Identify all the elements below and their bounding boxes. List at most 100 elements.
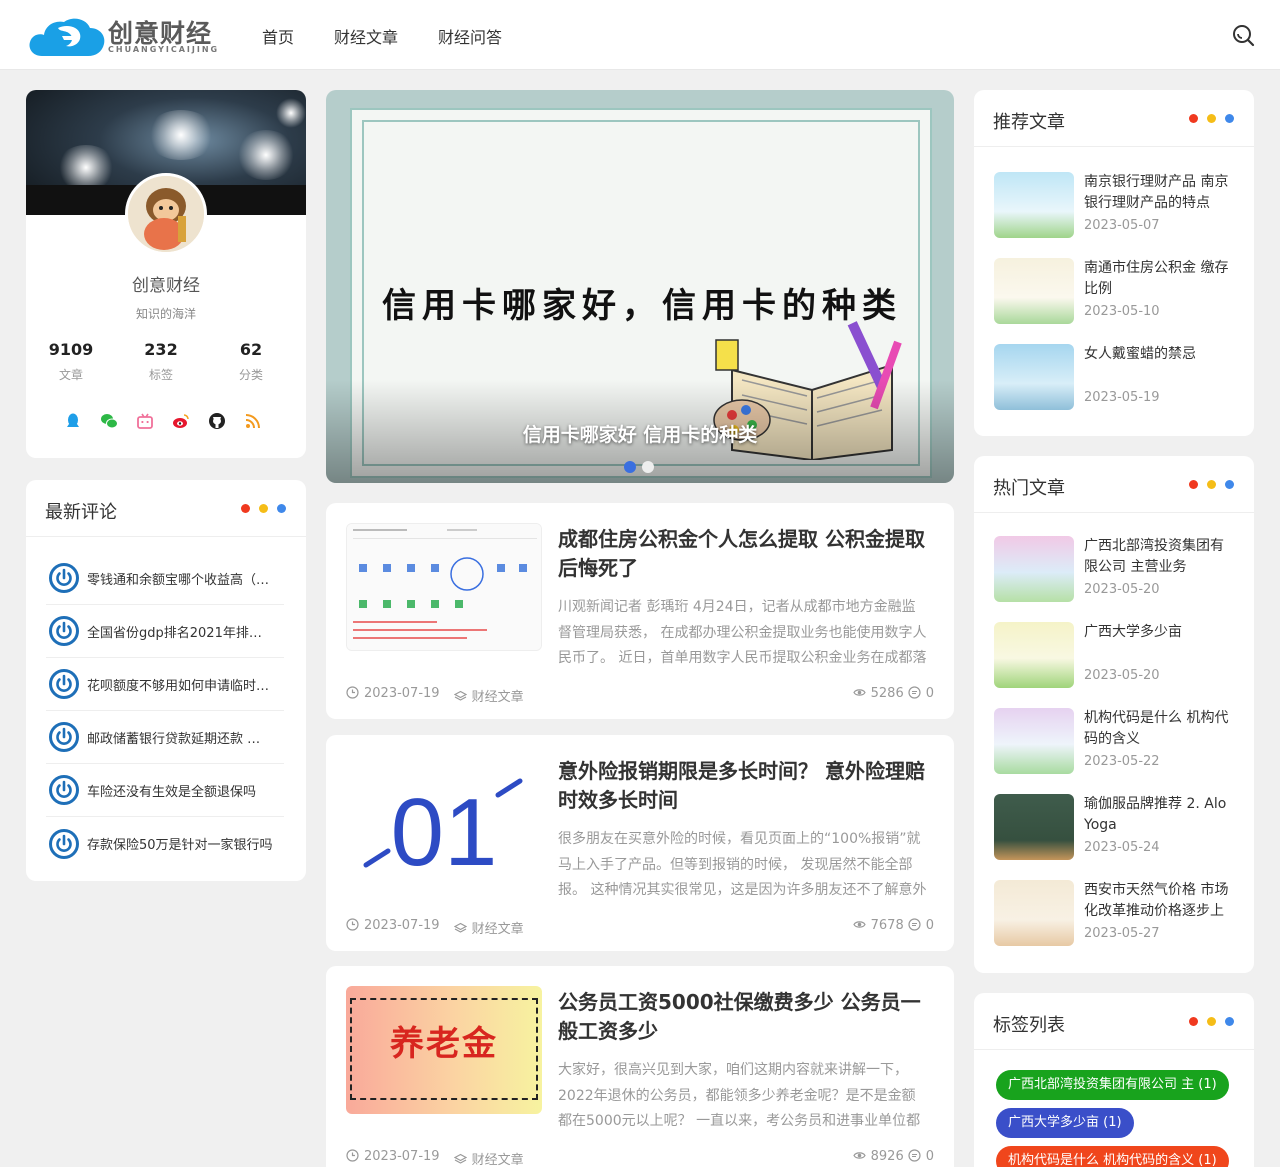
post-date: 2023-07-19: [364, 686, 440, 701]
main-nav: 首页 财经文章 财经问答: [262, 24, 502, 48]
site-logo[interactable]: 创意财经 CHUANGYICAIJING: [28, 12, 228, 58]
clock-icon: [346, 1149, 359, 1162]
list-item[interactable]: 车险还没有生效是全额退保吗: [46, 764, 284, 817]
list-item[interactable]: 花呗额度不够用如何申请临时额度: [46, 658, 284, 711]
bilibili-icon[interactable]: [136, 412, 154, 430]
post-title[interactable]: 意外险报销期限是多长时间？ 意外险理赔时效多长时间: [558, 757, 930, 815]
tags-card: 标签列表 广西北部湾投资集团有限公司 主 (1) 广西大学多少亩 (1) 机构代…: [974, 993, 1254, 1167]
list-item[interactable]: 西安市天然气价格 市场化改革推动价格逐步上涨 2023-05-27: [994, 880, 1236, 966]
post-category[interactable]: 财经文章: [472, 690, 524, 705]
cloud-logo-icon: [29, 18, 105, 56]
featured-slider[interactable]: 信用卡哪家好，信用卡的种类 信用卡哪家好 信用卡的种类: [326, 90, 954, 483]
power-avatar-icon: [49, 722, 79, 752]
article-date: 2023-05-27: [1084, 926, 1160, 941]
top-header: 创意财经 CHUANGYICAIJING 首页 财经文章 财经问答: [0, 0, 1280, 70]
stat-articles[interactable]: 9109 文章: [26, 340, 116, 383]
decorative-dots: [1189, 114, 1234, 123]
github-icon[interactable]: [208, 412, 226, 430]
card-title: 标签列表: [993, 1015, 1065, 1036]
wechat-icon[interactable]: [100, 412, 118, 430]
card-title: 最新评论: [45, 502, 117, 523]
tag-item[interactable]: 广西北部湾投资集团有限公司 主 (1): [996, 1070, 1229, 1100]
comment-icon: [908, 918, 921, 931]
power-avatar-icon: [49, 669, 79, 699]
slider-dot-1[interactable]: [624, 461, 636, 473]
search-icon[interactable]: [1231, 23, 1255, 47]
decorative-dots: [241, 504, 286, 513]
stat-tags[interactable]: 232 标签: [116, 340, 206, 383]
article-title[interactable]: 机构代码是什么 机构代码的含义: [1084, 708, 1236, 750]
article-thumbnail[interactable]: [994, 536, 1074, 602]
decorative-dots: [1189, 1017, 1234, 1026]
profile-description: 知识的海洋: [135, 307, 196, 321]
slide-caption[interactable]: 信用卡哪家好 信用卡的种类: [326, 420, 954, 447]
post-card[interactable]: 01 意外险报销期限是多长时间？ 意外险理赔时效多长时间 很多朋友在买意外险的时…: [326, 735, 954, 951]
rss-icon[interactable]: [244, 412, 262, 430]
list-item[interactable]: 机构代码是什么 机构代码的含义 2023-05-22: [994, 708, 1236, 794]
weibo-icon[interactable]: [172, 412, 190, 430]
thumbnail-text: 养老金: [390, 1024, 498, 1064]
article-title[interactable]: 广西大学多少亩: [1084, 622, 1236, 643]
article-thumbnail[interactable]: [994, 794, 1074, 860]
avatar[interactable]: [125, 173, 207, 255]
article-thumbnail[interactable]: [994, 708, 1074, 774]
qq-icon[interactable]: [64, 412, 82, 430]
social-links: [64, 412, 262, 430]
article-thumbnail[interactable]: [994, 880, 1074, 946]
nav-home[interactable]: 首页: [262, 24, 294, 48]
tag-item[interactable]: 机构代码是什么 机构代码的含义 (1): [996, 1146, 1229, 1167]
eye-icon: [852, 921, 866, 928]
tag-list: 广西北部湾投资集团有限公司 主 (1) 广西大学多少亩 (1) 机构代码是什么 …: [996, 1070, 1236, 1167]
list-item[interactable]: 存款保险50万是针对一家银行吗: [46, 817, 284, 870]
post-thumbnail[interactable]: [346, 523, 542, 651]
list-item[interactable]: 全国省份gdp排名2021年排名（全国省份gdp排名）: [46, 605, 284, 658]
article-title[interactable]: 西安市天然气价格 市场化改革推动价格逐步上涨: [1084, 880, 1236, 922]
article-title[interactable]: 瑜伽服品牌推荐 2. Alo Yoga: [1084, 794, 1236, 836]
post-card[interactable]: 养老金 公务员工资5000社保缴费多少 公务员一般工资多少 大家好，很高兴见到大…: [326, 966, 954, 1167]
clock-icon: [346, 918, 359, 931]
list-item[interactable]: 广西大学多少亩 2023-05-20: [994, 622, 1236, 708]
post-category[interactable]: 财经文章: [472, 922, 524, 937]
slider-dot-2[interactable]: [642, 461, 654, 473]
decorative-dots: [1189, 480, 1234, 489]
list-item[interactable]: 零钱通和余额宝哪个收益高（零钱通和余额宝哪个收益高）: [46, 552, 284, 605]
article-title[interactable]: 女人戴蜜蜡的禁忌: [1084, 344, 1236, 365]
article-date: 2023-05-24: [1084, 840, 1160, 855]
post-title[interactable]: 成都住房公积金个人怎么提取 公积金提取后悔死了: [558, 525, 930, 583]
nav-articles[interactable]: 财经文章: [334, 24, 398, 48]
article-thumbnail[interactable]: [994, 622, 1074, 688]
article-title[interactable]: 南京银行理财产品 南京银行理财产品的特点: [1084, 172, 1236, 214]
latest-comments-card: 最新评论 零钱通和余额宝哪个收益高（零钱通和余额宝哪个收益高） 全国省份gdp排…: [26, 480, 306, 881]
list-item[interactable]: 邮政储蓄银行贷款延期还款 邮政储蓄银行贷款: [46, 711, 284, 764]
tag-item[interactable]: 广西大学多少亩 (1): [996, 1108, 1134, 1138]
post-category[interactable]: 财经文章: [472, 1153, 524, 1167]
power-avatar-icon: [49, 775, 79, 805]
list-item[interactable]: 广西北部湾投资集团有限公司 主营业务 2023-05-20: [994, 536, 1236, 622]
nav-qa[interactable]: 财经问答: [438, 24, 502, 48]
article-title[interactable]: 南通市住房公积金 缴存比例: [1084, 258, 1236, 300]
slider-pagination: [624, 461, 654, 473]
profile-stats: 9109 文章 232 标签 62 分类: [26, 340, 306, 383]
list-item[interactable]: 女人戴蜜蜡的禁忌 2023-05-19: [994, 344, 1236, 430]
article-thumbnail[interactable]: [994, 258, 1074, 324]
post-thumbnail[interactable]: 01: [346, 755, 542, 883]
article-thumbnail[interactable]: [994, 172, 1074, 238]
article-date: 2023-05-10: [1084, 304, 1160, 319]
list-item[interactable]: 瑜伽服品牌推荐 2. Alo Yoga 2023-05-24: [994, 794, 1236, 880]
post-title[interactable]: 公务员工资5000社保缴费多少 公务员一般工资多少: [558, 988, 930, 1046]
post-card[interactable]: 成都住房公积金个人怎么提取 公积金提取后悔死了 川观新闻记者 彭瑀珩 4月24日…: [326, 503, 954, 719]
eye-icon: [852, 689, 866, 696]
profile-card: 创意财经 知识的海洋 9109 文章 232 标签 62 分类: [26, 90, 306, 458]
list-item[interactable]: 南通市住房公积金 缴存比例 2023-05-10: [994, 258, 1236, 344]
thumbnail-number: 01: [391, 779, 498, 883]
list-item[interactable]: 南京银行理财产品 南京银行理财产品的特点 2023-05-07: [994, 172, 1236, 258]
post-thumbnail[interactable]: 养老金: [346, 986, 542, 1114]
post-views: 7678: [870, 918, 904, 933]
layers-icon: [453, 922, 467, 933]
article-title[interactable]: 广西北部湾投资集团有限公司 主营业务: [1084, 536, 1236, 578]
logo-subtitle: CHUANGYICAIJING: [108, 45, 220, 54]
article-thumbnail[interactable]: [994, 344, 1074, 410]
stat-categories[interactable]: 62 分类: [206, 340, 296, 383]
clock-icon: [346, 686, 359, 699]
article-date: 2023-05-07: [1084, 218, 1160, 233]
